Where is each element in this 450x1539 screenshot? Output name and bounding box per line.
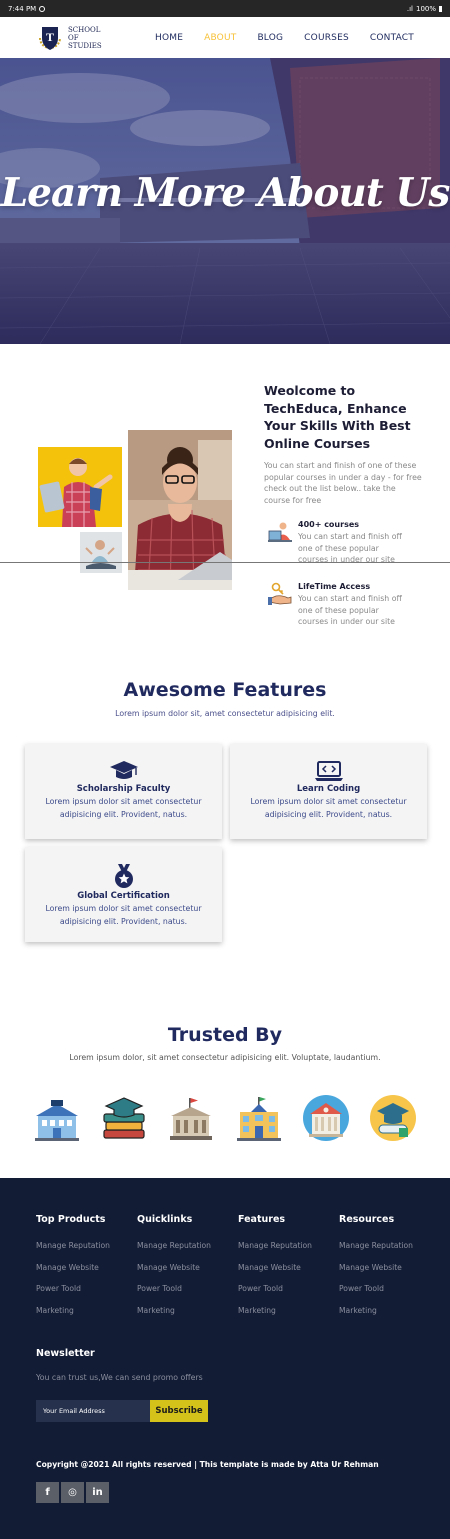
footer-link[interactable]: Manage Reputation	[137, 1241, 237, 1250]
nav-courses[interactable]: COURSES	[304, 33, 349, 43]
footer-col-title: Features	[238, 1214, 286, 1225]
hero-title: Learn More About Us	[0, 170, 450, 216]
footer-link[interactable]: Power Toold	[339, 1284, 439, 1293]
feature-courses-title: 400+ courses	[298, 520, 360, 529]
footer-link[interactable]: Power Toold	[137, 1284, 237, 1293]
books-cap-icon	[103, 1097, 145, 1139]
card-scholarship-title: Scholarship Faculty	[76, 784, 171, 794]
footer-col-title: Resources	[339, 1214, 395, 1225]
main-nav: HOME ABOUT BLOG COURSES CONTACT	[134, 33, 414, 43]
university-icon	[35, 1100, 79, 1141]
card-learn-coding-text: Lorem ipsum dolor sit amet consectetur a…	[250, 797, 407, 819]
nav-blog[interactable]: BLOG	[257, 33, 283, 43]
footer-link[interactable]: Marketing	[36, 1306, 136, 1315]
trusted-subtitle: Lorem ipsum dolor, sit amet consectetur …	[69, 1053, 381, 1062]
footer-link[interactable]: Manage Reputation	[339, 1241, 439, 1250]
linkedin-icon[interactable]: in	[86, 1482, 109, 1503]
site-logo[interactable]: T SCHOOL OF STUDIES	[36, 24, 108, 52]
school-icon	[236, 1097, 281, 1141]
student-sitting-photo	[80, 532, 122, 573]
welcome-text: You can start and finish of one of these…	[264, 461, 422, 505]
logo-text: SCHOOL OF STUDIES	[68, 26, 108, 50]
footer-col-features: Features Manage Reputation Manage Websit…	[238, 1214, 338, 1327]
notification-icon	[39, 5, 46, 12]
card-global-certification[interactable]: Global Certification Lorem ipsum dolor s…	[25, 847, 222, 942]
footer-col-top-products: Top Products Manage Reputation Manage We…	[36, 1214, 136, 1327]
footer-col-resources: Resources Manage Reputation Manage Websi…	[339, 1214, 439, 1327]
logo-letter: T	[46, 30, 54, 44]
feature-courses-text: You can start and finish off one of thes…	[298, 532, 402, 564]
battery-level: 100%	[415, 4, 436, 13]
feature-courses: 400+ courses You can start and finish of…	[268, 520, 418, 566]
footer-col-quicklinks: Quicklinks Manage Reputation Manage Webs…	[137, 1214, 237, 1327]
footer-link[interactable]: Manage Website	[137, 1263, 237, 1272]
feature-lifetime-title: LifeTime Access	[298, 582, 371, 591]
navbar: T SCHOOL OF STUDIES HOME ABOUT BLOG COUR…	[0, 17, 450, 58]
trusted-section: Trusted By Lorem ipsum dolor, sit amet c…	[0, 1000, 450, 1178]
features-subtitle: Lorem ipsum dolor sit, amet consectetur …	[115, 709, 335, 718]
key-hand-icon	[268, 582, 292, 605]
battery-icon	[439, 5, 442, 12]
card-scholarship-text: Lorem ipsum dolor sit amet consectetur a…	[45, 797, 202, 819]
footer-link[interactable]: Manage Reputation	[36, 1241, 136, 1250]
instagram-icon[interactable]: ◎	[61, 1482, 84, 1503]
footer-link[interactable]: Manage Reputation	[238, 1241, 338, 1250]
card-certification-text: Lorem ipsum dolor sit amet consectetur a…	[45, 904, 202, 926]
institution-icon	[302, 1095, 349, 1141]
footer-link[interactable]: Marketing	[137, 1306, 237, 1315]
features-section: Awesome Features Lorem ipsum dolor sit, …	[0, 654, 450, 984]
welcome-title: Weolcome to TechEduca, Enhance Your Skil…	[264, 383, 411, 451]
logo-line-3: STUDIES	[68, 41, 102, 50]
footer-link[interactable]: Manage Website	[36, 1263, 136, 1272]
woman-studying-photo	[128, 430, 232, 590]
nav-about[interactable]: ABOUT	[204, 33, 236, 43]
social-links: f ◎ in	[36, 1482, 109, 1503]
signal-icon: .ıl	[406, 4, 413, 13]
nav-contact[interactable]: CONTACT	[370, 33, 414, 43]
footer-link[interactable]: Marketing	[238, 1306, 338, 1315]
newsletter-text: You can trust us,We can send promo offer…	[36, 1373, 203, 1382]
welcome-section: Weolcome to TechEduca, Enhance Your Skil…	[0, 344, 450, 654]
hero-banner: Learn More About Us	[0, 58, 450, 344]
footer-link[interactable]: Manage Website	[238, 1263, 338, 1272]
facebook-icon[interactable]: f	[36, 1482, 59, 1503]
card-learn-coding[interactable]: Learn Coding Lorem ipsum dolor sit amet …	[230, 744, 427, 839]
student-laptop-photo	[38, 447, 122, 527]
footer-link[interactable]: Marketing	[339, 1306, 439, 1315]
footer: Top Products Manage Reputation Manage We…	[0, 1178, 450, 1539]
newsletter-title: Newsletter	[36, 1348, 95, 1359]
diploma-icon	[369, 1095, 416, 1141]
card-certification-title: Global Certification	[77, 891, 170, 901]
footer-link[interactable]: Power Toold	[238, 1284, 338, 1293]
footer-col-title: Quicklinks	[137, 1214, 193, 1225]
feature-lifetime-access: LifeTime Access You can start and finish…	[268, 582, 418, 628]
logo-line-2: OF	[68, 33, 79, 42]
subscribe-button[interactable]: Subscribe	[150, 1400, 208, 1422]
card-scholarship[interactable]: Scholarship Faculty Lorem ipsum dolor si…	[25, 744, 222, 839]
nav-home[interactable]: HOME	[155, 33, 183, 43]
trusted-logos	[33, 1094, 417, 1142]
footer-col-title: Top Products	[36, 1214, 106, 1225]
trusted-title: Trusted By	[167, 1024, 283, 1046]
feature-lifetime-text: You can start and finish off one of thes…	[298, 594, 402, 626]
museum-icon	[170, 1098, 213, 1140]
copyright-text: Copyright @2021 All rights reserved | Th…	[36, 1460, 379, 1469]
logo-line-1: SCHOOL	[68, 25, 101, 34]
graduation-cap-icon	[109, 761, 138, 779]
medal-icon	[114, 864, 133, 888]
footer-link[interactable]: Power Toold	[36, 1284, 136, 1293]
teacher-icon	[268, 522, 292, 542]
status-time: 7:44 PM	[8, 4, 37, 13]
footer-link[interactable]: Manage Website	[339, 1263, 439, 1272]
features-title: Awesome Features	[123, 679, 327, 701]
newsletter-email-input[interactable]	[36, 1400, 150, 1422]
laptop-code-icon	[314, 761, 343, 781]
card-learn-coding-title: Learn Coding	[296, 784, 361, 794]
status-bar: 7:44 PM .ıl 100%	[0, 0, 450, 17]
logo-shield-icon: T	[36, 24, 64, 52]
